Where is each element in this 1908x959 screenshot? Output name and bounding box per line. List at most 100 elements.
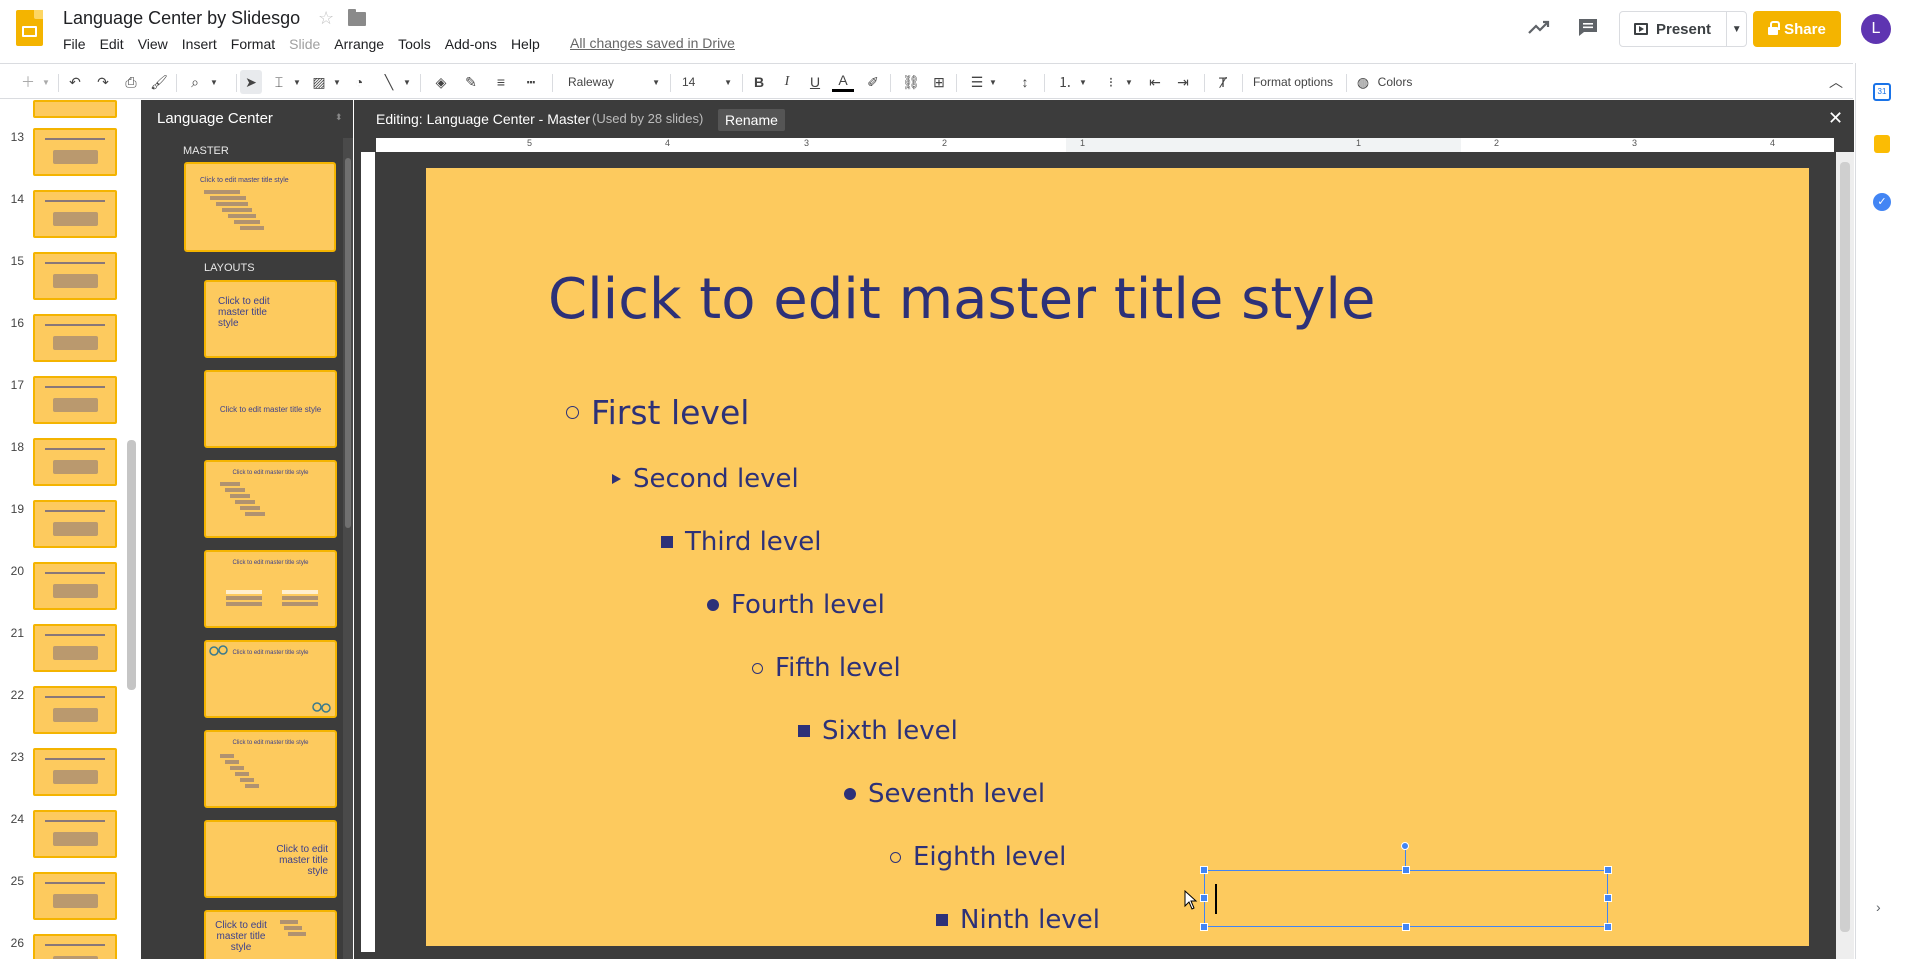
selected-text-box[interactable] — [1204, 870, 1608, 927]
resize-handle[interactable] — [1604, 866, 1612, 874]
zoom-dropdown-icon[interactable]: ▼ — [208, 70, 220, 94]
resize-handle[interactable] — [1200, 866, 1208, 874]
present-button[interactable]: Present — [1620, 12, 1726, 46]
slide-thumbnail[interactable] — [33, 872, 117, 920]
highlight-color-icon[interactable]: ✐ — [862, 70, 884, 94]
align-dropdown-icon[interactable]: ▼ — [988, 70, 998, 94]
layout-thumbnail-title[interactable]: Click to edit master title style — [204, 280, 337, 358]
slide-thumbnail[interactable] — [33, 100, 117, 118]
body-level-3[interactable]: Third level — [661, 527, 821, 557]
rename-button[interactable]: Rename — [718, 109, 785, 131]
expand-panel-icon[interactable]: › — [1876, 899, 1881, 915]
decrease-indent-icon[interactable]: ⇤ — [1144, 70, 1166, 94]
border-color-icon[interactable]: ✎ — [460, 70, 482, 94]
font-size-select[interactable]: 14 ▼ — [682, 70, 732, 94]
bulleted-list-icon[interactable]: ⁝ — [1100, 70, 1122, 94]
body-level-8[interactable]: Eighth level — [890, 842, 1066, 872]
redo-icon[interactable]: ↷ — [92, 70, 114, 94]
body-level-6[interactable]: Sixth level — [798, 716, 958, 746]
layout-thumbnail-title-body[interactable]: Click to edit master title style — [204, 460, 337, 538]
add-comment-icon[interactable]: ⊞ — [928, 70, 950, 94]
body-level-5[interactable]: Fifth level — [752, 653, 901, 683]
menu-format[interactable]: Format — [224, 35, 282, 53]
format-options-button[interactable]: Format options — [1250, 70, 1336, 94]
align-icon[interactable]: ☰ — [966, 70, 988, 94]
body-level-4[interactable]: Fourth level — [707, 590, 885, 620]
resize-handle[interactable] — [1604, 894, 1612, 902]
font-family-select[interactable]: Raleway ▼ — [568, 70, 660, 94]
vertical-ruler[interactable] — [361, 152, 375, 952]
print-icon[interactable]: ⎙ — [120, 70, 142, 94]
horizontal-ruler[interactable]: 5 4 3 2 1 1 2 3 4 — [376, 138, 1834, 152]
slide-thumbnail[interactable] — [33, 934, 117, 959]
body-level-9[interactable]: Ninth level — [936, 905, 1100, 935]
folder-icon[interactable] — [348, 9, 366, 26]
slides-logo-icon[interactable] — [16, 10, 43, 46]
menu-tools[interactable]: Tools — [391, 35, 438, 53]
shape-icon[interactable]: ◔ — [348, 70, 370, 94]
resize-handle[interactable] — [1402, 866, 1410, 874]
link-icon[interactable]: ⛓ — [900, 70, 922, 94]
layout-thumbnail-section[interactable]: Click to edit master title style — [204, 370, 337, 448]
menu-insert[interactable]: Insert — [175, 35, 224, 53]
calendar-icon[interactable]: 31 — [1873, 83, 1891, 101]
image-dropdown-icon[interactable]: ▼ — [332, 70, 342, 94]
activity-trend-icon[interactable] — [1526, 16, 1552, 38]
slide-thumbnail[interactable] — [33, 810, 117, 858]
line-dropdown-icon[interactable]: ▼ — [402, 70, 412, 94]
underline-icon[interactable]: U — [804, 70, 826, 94]
slide-thumbnail[interactable] — [33, 314, 117, 362]
avatar[interactable]: L — [1861, 14, 1891, 44]
bold-icon[interactable]: B — [748, 70, 770, 94]
slide-canvas[interactable]: Click to edit master title style First l… — [426, 168, 1809, 946]
master-thumbnail[interactable]: Click to edit master title style — [184, 162, 336, 252]
slide-thumbnail[interactable] — [33, 500, 117, 548]
menu-arrange[interactable]: Arrange — [327, 35, 391, 53]
resize-handle[interactable] — [1604, 923, 1612, 931]
menu-edit[interactable]: Edit — [93, 35, 131, 53]
slide-thumbnail[interactable] — [33, 438, 117, 486]
new-slide-icon[interactable]: ＋ — [18, 70, 38, 94]
menu-view[interactable]: View — [131, 35, 175, 53]
colors-button[interactable]: Colors — [1374, 70, 1416, 94]
bulleted-list-dropdown-icon[interactable]: ▼ — [1124, 70, 1134, 94]
resize-handle[interactable] — [1200, 923, 1208, 931]
italic-icon[interactable]: I — [776, 70, 798, 94]
close-icon[interactable]: ✕ — [1828, 108, 1843, 129]
collapse-toolbar-icon[interactable]: ︿ — [1826, 70, 1846, 94]
text-box-icon[interactable]: ⌶ — [268, 70, 290, 94]
layout-thumbnail-title-text[interactable]: Click to edit master title style — [204, 910, 337, 959]
slide-thumbnail[interactable] — [33, 190, 117, 238]
border-weight-icon[interactable]: ≡ — [490, 70, 512, 94]
undo-icon[interactable]: ↶ — [64, 70, 86, 94]
slide-thumbnail[interactable] — [33, 748, 117, 796]
menu-file[interactable]: File — [56, 35, 93, 53]
rotate-handle[interactable] — [1401, 842, 1409, 850]
slide-thumbnail[interactable] — [33, 686, 117, 734]
layout-thumbnail-main-point[interactable]: Click to edit master title style — [204, 820, 337, 898]
slide-thumbnail[interactable] — [33, 624, 117, 672]
chevron-updown-icon[interactable]: ⬍ — [335, 112, 343, 123]
body-level-7[interactable]: Seventh level — [844, 779, 1045, 809]
slide-thumbnail[interactable] — [33, 252, 117, 300]
document-title[interactable]: Language Center by Slidesgo — [63, 8, 300, 29]
filmstrip-scrollbar[interactable] — [127, 440, 136, 690]
master-panel-scrollbar[interactable] — [343, 138, 353, 959]
paint-format-icon[interactable]: 🖌 — [148, 70, 170, 94]
layout-thumbnail-two-columns[interactable]: Click to edit master title style — [204, 550, 337, 628]
numbered-list-icon[interactable]: ⒈ — [1054, 70, 1076, 94]
fill-color-icon[interactable]: ◈ — [430, 70, 452, 94]
star-icon[interactable]: ☆ — [318, 8, 334, 29]
resize-handle[interactable] — [1402, 923, 1410, 931]
select-cursor-icon[interactable]: ➤ — [240, 70, 262, 94]
menu-help[interactable]: Help — [504, 35, 547, 53]
layout-thumbnail-title-only[interactable]: Click to edit master title style — [204, 640, 337, 718]
slide-title-placeholder[interactable]: Click to edit master title style — [548, 267, 1375, 332]
border-dash-icon[interactable]: ┅ — [520, 70, 542, 94]
image-icon[interactable]: ▨ — [308, 70, 330, 94]
text-color-icon[interactable]: A — [832, 70, 854, 92]
save-status-link[interactable]: All changes saved in Drive — [570, 35, 735, 51]
new-slide-dropdown-icon[interactable]: ▼ — [40, 70, 52, 94]
slide-thumbnail[interactable] — [33, 128, 117, 176]
slide-thumbnail[interactable] — [33, 376, 117, 424]
